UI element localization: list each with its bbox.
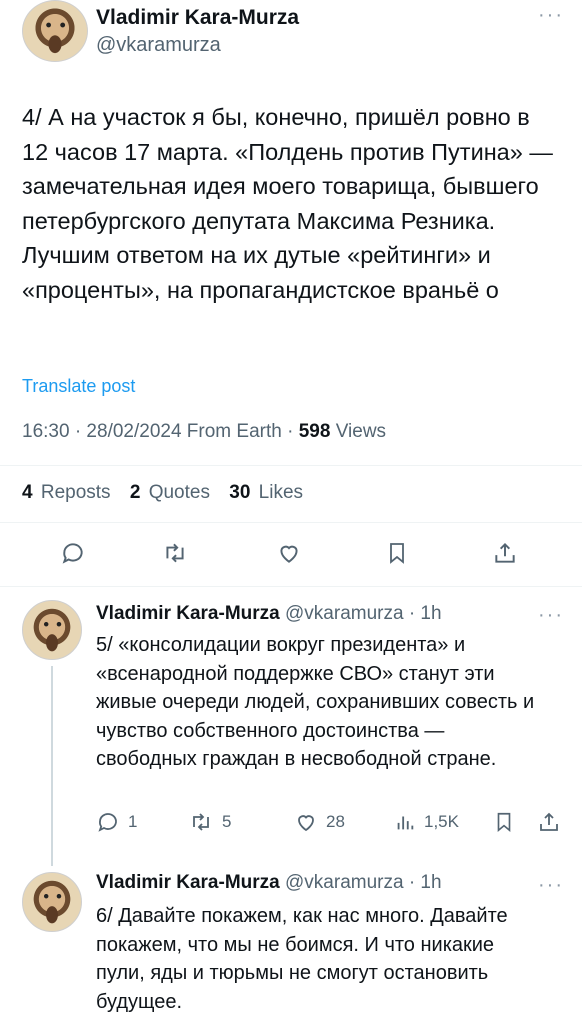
author-name[interactable]: Vladimir Kara-Murza [96,6,299,30]
reply-author-handle[interactable]: @vkaramurza · 1h [285,872,442,893]
tweet-text: 4/ А на участок я бы, конечно, пришёл ро… [22,104,553,303]
repost-action[interactable]: 5 [188,810,231,834]
share-icon[interactable] [537,810,561,834]
more-icon[interactable]: ··· [538,875,564,895]
divider [0,586,582,587]
author-handle[interactable]: @vkaramurza [96,34,221,57]
reply-header: Vladimir Kara-Murza @vkaramurza · 1h [96,603,442,625]
reply-author-name[interactable]: Vladimir Kara-Murza [96,872,280,893]
more-icon[interactable]: ··· [538,5,564,25]
quotes-stat[interactable]: 2 Quotes [130,482,210,503]
views-count: 598 [298,421,331,442]
like-icon [298,815,314,832]
reply-icon [98,813,117,832]
reply-header: Vladimir Kara-Murza @vkaramurza · 1h [96,872,442,894]
engagement-stats: 4 Reposts 2 Quotes 30 Likes [22,482,317,504]
tweet-time[interactable]: 16:30 · 28/02/2024 From Earth · [22,421,299,442]
reply-author-avatar[interactable] [22,600,82,660]
bookmark-icon[interactable] [493,810,515,834]
tweet-metadata: 16:30 · 28/02/2024 From Earth · 598 View… [22,421,386,443]
divider [0,465,582,466]
repost-icon [193,813,209,831]
reposts-stat[interactable]: 4 Reposts [22,482,111,503]
repost-icon[interactable] [160,538,190,568]
bookmark-icon[interactable] [382,538,412,568]
reply-icon[interactable] [58,538,88,568]
reply-author-avatar[interactable] [22,872,82,932]
author-avatar[interactable] [22,0,88,62]
like-icon[interactable] [274,538,304,568]
reply-count: 1 [128,812,138,831]
translate-post-link[interactable]: Translate post [22,376,135,397]
share-icon[interactable] [490,538,520,568]
reply-author-name[interactable]: Vladimir Kara-Murza [96,603,280,624]
repost-count: 5 [222,812,232,831]
like-count: 28 [326,812,345,831]
reply-author-handle[interactable]: @vkaramurza · 1h [285,603,442,624]
reply-text: 6/ Давайте покажем, как нас много. Давай… [96,905,508,1013]
views-action[interactable]: 1,5K [394,810,459,834]
more-icon[interactable]: ··· [538,605,564,625]
likes-stat[interactable]: 30 Likes [229,482,303,503]
views-icon [397,816,414,830]
views-count: 1,5K [424,812,459,831]
like-action[interactable]: 28 [294,810,345,834]
views-label: Views [330,421,387,442]
reply-text: 5/ «консолидации вокруг президента» и «в… [96,634,535,770]
divider [0,522,582,523]
reply-action[interactable]: 1 [96,810,137,834]
thread-line [51,666,53,866]
